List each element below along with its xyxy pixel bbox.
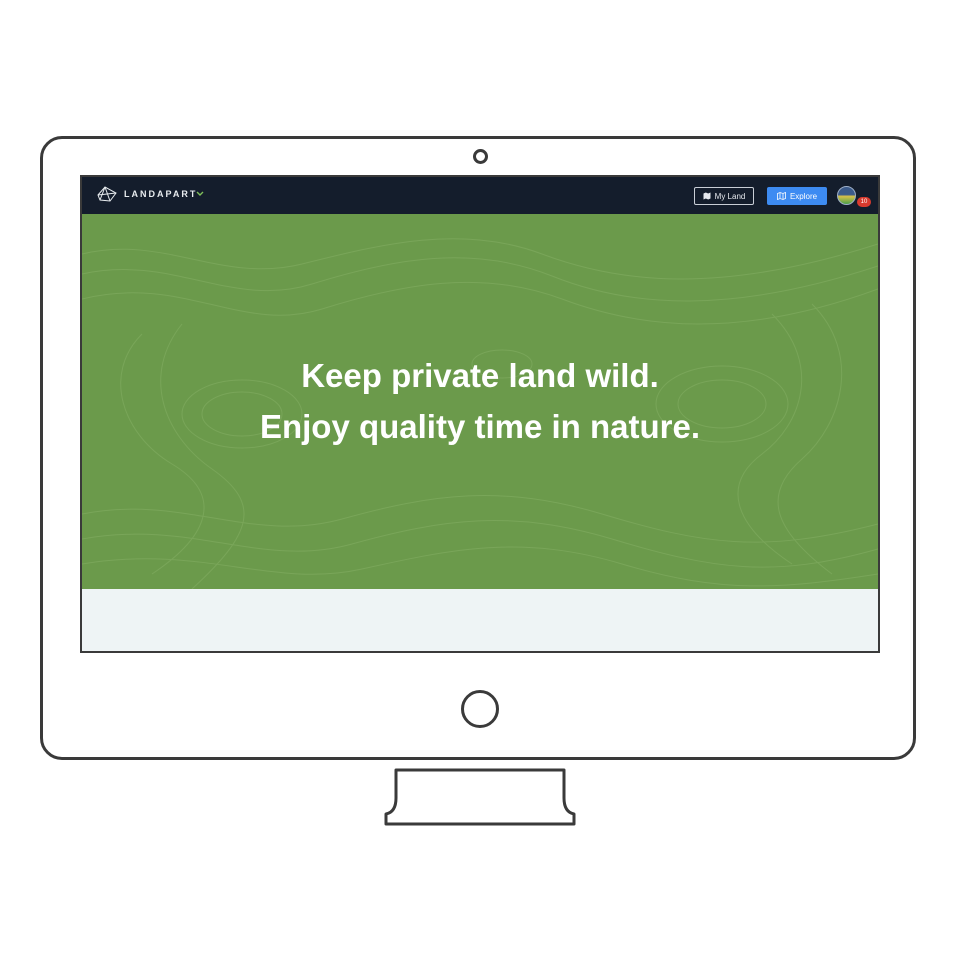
my-land-button[interactable]: My Land [694, 187, 754, 205]
notification-badge[interactable]: 10 [857, 197, 871, 207]
user-avatar[interactable] [837, 186, 856, 205]
my-land-label: My Land [714, 191, 746, 201]
monitor-power-button [461, 690, 499, 728]
content-section [82, 589, 878, 651]
explore-label: Explore [789, 191, 818, 201]
hero-line-1: Keep private land wild. [301, 357, 659, 394]
browser-screen: LANDAPART My Land Explore 10 Keep privat… [80, 175, 880, 653]
desktop-illustration: LANDAPART My Land Explore 10 Keep privat… [0, 0, 960, 960]
chevron-down-icon[interactable] [195, 189, 205, 199]
hero-line-2: Enjoy quality time in nature. [259, 408, 701, 445]
monitor-stand [384, 768, 576, 826]
explore-button[interactable]: Explore [767, 187, 827, 205]
hero-banner: Keep private land wild. Enjoy quality ti… [82, 214, 878, 589]
hero-headline: Keep private land wild. Enjoy quality ti… [82, 350, 878, 452]
camera-icon [473, 149, 488, 164]
brand-logo[interactable]: LANDAPART [96, 185, 197, 203]
brand-name: LANDAPART [124, 189, 198, 199]
top-navbar: LANDAPART My Land Explore 10 [82, 177, 878, 214]
map-outline-icon [777, 192, 786, 200]
map-icon [703, 192, 711, 200]
polygon-logo-icon [97, 186, 117, 202]
